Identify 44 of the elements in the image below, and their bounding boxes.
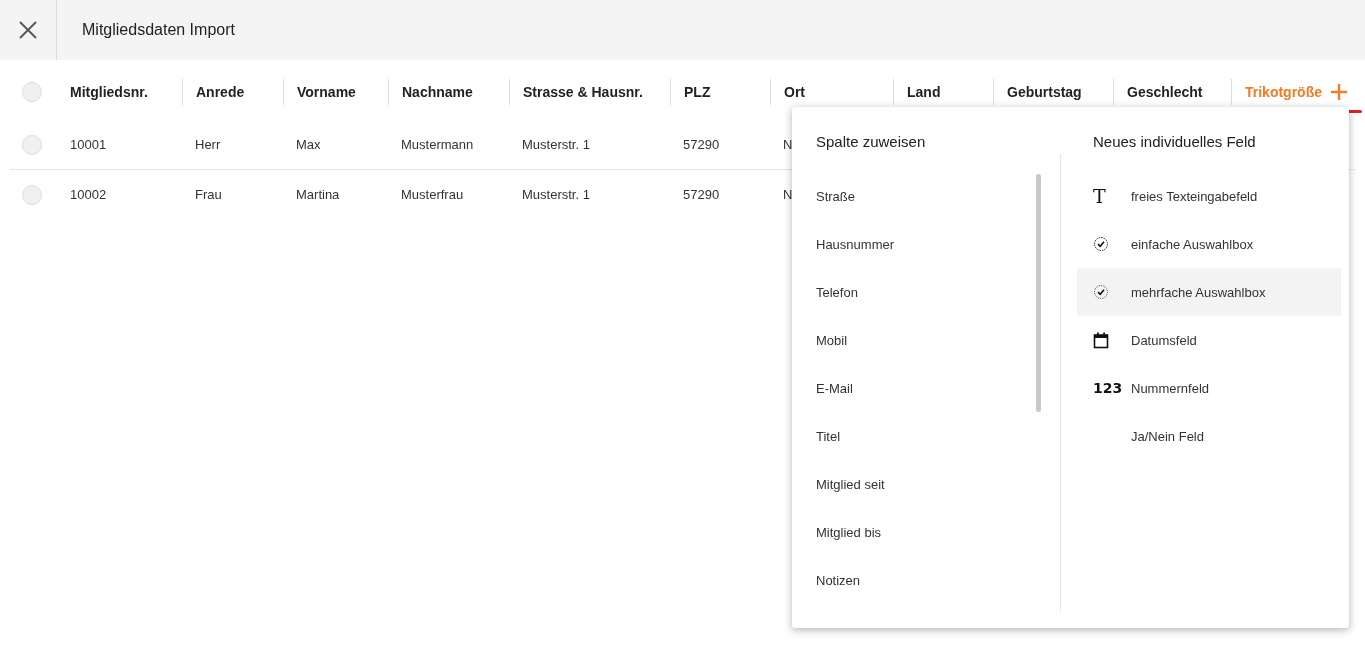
column-header[interactable]: Anrede bbox=[196, 84, 245, 100]
table-cell: Max bbox=[296, 137, 321, 152]
table-cell: 57290 bbox=[683, 137, 720, 152]
column-header[interactable]: PLZ bbox=[684, 84, 711, 100]
table-cell: Frau bbox=[195, 187, 222, 202]
menu-item[interactable]: T freies Texteingabefeld bbox=[1077, 172, 1341, 220]
column-header[interactable]: Geschlecht bbox=[1127, 84, 1203, 100]
section-title: Neues individuelles Feld bbox=[1093, 133, 1257, 152]
menu-item[interactable]: einfache Auswahlbox bbox=[1077, 220, 1341, 268]
menu-item[interactable]: Mitglied seit bbox=[816, 460, 885, 508]
menu-item[interactable]: Mobil bbox=[816, 316, 848, 364]
table-cell: Mustermann bbox=[401, 137, 474, 152]
table-cell: Musterstr. 1 bbox=[522, 187, 590, 202]
column-header[interactable]: Geburtstag bbox=[1007, 84, 1082, 100]
menu-item[interactable]: Hausnummer bbox=[816, 220, 895, 268]
column-header[interactable]: Nachname bbox=[402, 84, 473, 100]
menu-item[interactable]: Ja/Nein Feld bbox=[1077, 412, 1341, 460]
text-type-icon: T bbox=[1093, 185, 1106, 207]
table-cell: 10001 bbox=[70, 137, 107, 152]
column-header[interactable]: Strasse & Hausnr. bbox=[523, 84, 643, 100]
table-cell: Herr bbox=[195, 137, 221, 152]
column-header[interactable]: Ort bbox=[784, 84, 805, 100]
number-type-icon: 123 bbox=[1093, 380, 1123, 396]
menu-item[interactable]: Notizen bbox=[816, 556, 861, 604]
menu-item[interactable]: 123 Nummernfeld bbox=[1077, 364, 1341, 412]
table-cell: N bbox=[783, 137, 793, 152]
window-title: Mitgliedsdaten Import bbox=[82, 21, 235, 39]
menu-item[interactable]: Datumsfeld bbox=[1077, 316, 1341, 364]
table-cell: Musterfrau bbox=[401, 187, 464, 202]
table-cell: N bbox=[783, 187, 793, 202]
column-header[interactable]: Land bbox=[907, 84, 941, 100]
section-title: Spalte zuweisen bbox=[816, 133, 927, 152]
menu-item[interactable]: Straße bbox=[816, 172, 855, 220]
table-cell: 57290 bbox=[683, 187, 720, 202]
menu-item[interactable]: mehrfache Auswahlbox bbox=[1077, 268, 1341, 316]
column-header[interactable]: Vorname bbox=[297, 84, 356, 100]
column-header[interactable]: Mitgliedsnr. bbox=[70, 84, 148, 100]
menu-item[interactable]: Titel bbox=[816, 412, 841, 460]
menu-item[interactable]: E-Mail bbox=[816, 364, 853, 412]
table-cell: Martina bbox=[296, 187, 340, 202]
menu-item[interactable]: Telefon bbox=[816, 268, 858, 316]
menu-item[interactable]: Mitglied bis bbox=[816, 508, 882, 556]
table-cell: 10002 bbox=[70, 187, 107, 202]
table-cell: Musterstr. 1 bbox=[522, 137, 590, 152]
